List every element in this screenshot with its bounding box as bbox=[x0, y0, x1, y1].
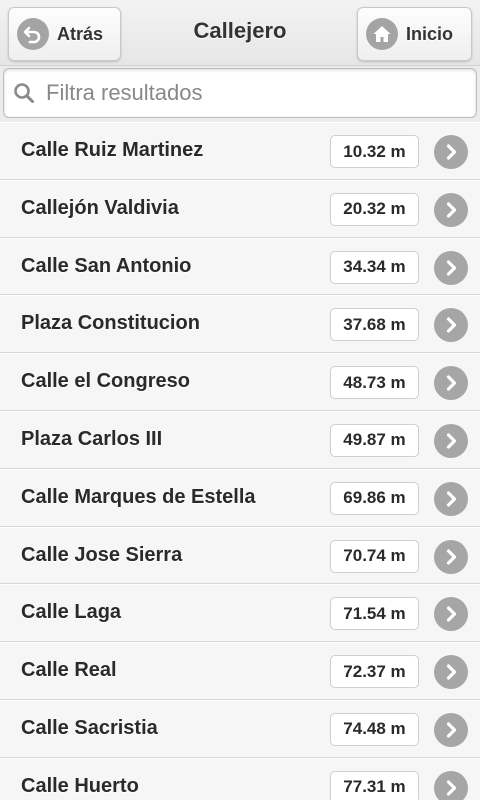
chevron-right-icon[interactable] bbox=[434, 770, 468, 800]
page-title: Callejero bbox=[193, 18, 287, 43]
home-button[interactable]: Inicio bbox=[357, 7, 472, 61]
street-name: Callejón Valdivia bbox=[21, 196, 179, 219]
search-icon bbox=[14, 83, 34, 103]
street-name: Calle San Antonio bbox=[21, 254, 192, 277]
list-item[interactable]: Calle el Congreso 48.73 m bbox=[0, 353, 480, 411]
distance-badge: 48.73 m bbox=[330, 366, 419, 400]
list-item[interactable]: Calle Sacristia 74.48 m bbox=[0, 699, 480, 758]
chevron-right-icon[interactable] bbox=[434, 250, 468, 285]
back-button[interactable]: Atrás bbox=[8, 7, 121, 61]
street-name: Calle Sacristia bbox=[21, 716, 158, 739]
list-item[interactable]: Calle Real 72.37 m bbox=[0, 642, 480, 700]
distance-badge: 74.48 m bbox=[330, 712, 419, 746]
distance-badge: 70.74 m bbox=[330, 539, 419, 573]
back-arrow-icon bbox=[17, 18, 49, 50]
street-name: Calle Marques de Estella bbox=[21, 485, 256, 508]
list-item[interactable]: Plaza Constitucion 37.68 m bbox=[0, 295, 480, 354]
street-name: Calle Real bbox=[21, 659, 117, 682]
back-button-label: Atrás bbox=[57, 23, 104, 44]
list-item[interactable]: Calle Laga 71.54 m bbox=[0, 584, 480, 643]
chevron-right-icon[interactable] bbox=[434, 192, 468, 227]
street-name: Plaza Carlos III bbox=[21, 427, 163, 450]
distance-badge: 20.32 m bbox=[330, 192, 419, 226]
street-name: Calle Laga bbox=[21, 601, 122, 624]
list-item[interactable]: Calle Marques de Estella 69.86 m bbox=[0, 468, 480, 527]
home-button-label: Inicio bbox=[406, 23, 454, 44]
list-item[interactable]: Calle Huerto 77.31 m bbox=[0, 757, 480, 800]
distance-badge: 34.34 m bbox=[330, 250, 419, 284]
list-item[interactable]: Calle San Antonio 34.34 m bbox=[0, 237, 480, 296]
distance-badge: 69.86 m bbox=[330, 481, 419, 515]
distance-badge: 37.68 m bbox=[330, 308, 419, 342]
street-name: Calle Huerto bbox=[21, 774, 139, 797]
list-item[interactable]: Callejón Valdivia 20.32 m bbox=[0, 179, 480, 238]
street-name: Calle Jose Sierra bbox=[21, 543, 183, 566]
street-name: Calle el Congreso bbox=[21, 370, 190, 393]
street-list: Calle Ruiz Martinez 10.32 m Callejón Valdi… bbox=[0, 122, 480, 800]
street-name: Plaza Constitucion bbox=[21, 312, 200, 335]
search-bar bbox=[0, 66, 480, 122]
distance-badge: 72.37 m bbox=[330, 655, 419, 689]
chevron-right-icon[interactable] bbox=[434, 423, 468, 458]
distance-badge: 71.54 m bbox=[330, 597, 419, 631]
header-bar: Atrás Callejero Inicio bbox=[0, 0, 480, 66]
home-icon bbox=[366, 18, 398, 50]
chevron-right-icon[interactable] bbox=[434, 655, 468, 690]
chevron-right-icon[interactable] bbox=[434, 539, 468, 574]
chevron-right-icon[interactable] bbox=[434, 712, 468, 747]
distance-badge: 10.32 m bbox=[330, 135, 419, 168]
distance-badge: 77.31 m bbox=[330, 770, 419, 800]
search-input[interactable] bbox=[46, 80, 466, 106]
list-item[interactable]: Plaza Carlos III 49.87 m bbox=[0, 410, 480, 469]
list-item[interactable]: Calle Ruiz Martinez 10.32 m bbox=[0, 122, 480, 180]
chevron-right-icon[interactable] bbox=[434, 597, 468, 632]
list-item[interactable]: Calle Jose Sierra 70.74 m bbox=[0, 526, 480, 585]
chevron-right-icon[interactable] bbox=[434, 366, 468, 401]
distance-badge: 49.87 m bbox=[330, 423, 419, 457]
chevron-right-icon[interactable] bbox=[434, 481, 468, 516]
chevron-right-icon[interactable] bbox=[434, 308, 468, 343]
search-field[interactable] bbox=[3, 68, 477, 118]
chevron-right-icon[interactable] bbox=[434, 135, 468, 169]
street-name: Calle Ruiz Martinez bbox=[21, 139, 204, 161]
